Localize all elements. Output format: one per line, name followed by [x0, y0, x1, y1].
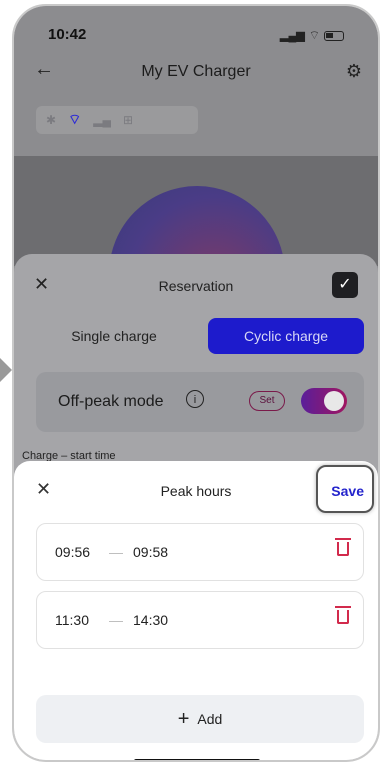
- tab-cyclic-charge[interactable]: Cyclic charge: [208, 318, 364, 354]
- charger-screen: 10:42 ▂▄▆ ⌔ ← My EV Charger ⚙ ✱ ⌔ ▂▄ ⊞ ✕…: [14, 6, 378, 760]
- top-app-bar: ← My EV Charger ⚙: [14, 58, 378, 88]
- peak-range-row[interactable]: 11:30 — 14:30: [36, 591, 364, 649]
- add-label: Add: [197, 711, 223, 727]
- phone-frame: 10:42 ▂▄▆ ⌔ ← My EV Charger ⚙ ✱ ⌔ ▂▄ ⊞ ✕…: [12, 4, 380, 762]
- charge-type-tabs: Single charge Cyclic charge: [36, 318, 364, 354]
- battery-icon: [324, 30, 344, 41]
- gear-icon[interactable]: ⚙: [346, 61, 362, 82]
- page-title: My EV Charger: [141, 63, 251, 80]
- status-time: 10:42: [48, 26, 87, 43]
- range-end-time[interactable]: 09:58: [133, 544, 168, 560]
- save-button[interactable]: Save: [331, 483, 364, 499]
- range-start-time[interactable]: 11:30: [55, 612, 89, 628]
- home-indicator: [134, 759, 260, 760]
- tab-single-charge[interactable]: Single charge: [36, 318, 192, 354]
- range-end-time[interactable]: 14:30: [133, 612, 168, 628]
- status-icons: ▂▄▆ ⌔: [280, 28, 344, 43]
- peak-range-row[interactable]: 09:56 — 09:58: [36, 523, 364, 581]
- ethernet-icon: ⊞: [122, 113, 134, 127]
- wifi-icon: ⌔: [68, 111, 82, 127]
- reservation-title: Reservation: [158, 278, 234, 294]
- range-separator: —: [109, 544, 123, 560]
- cellular-icon: ▂▄: [93, 113, 111, 127]
- status-bar: 10:42 ▂▄▆ ⌔: [14, 6, 378, 58]
- bluetooth-icon: ✱: [46, 113, 57, 127]
- offpeak-row: Off-peak mode i Set: [36, 372, 364, 432]
- check-icon[interactable]: ✓: [332, 272, 358, 298]
- set-button[interactable]: Set: [249, 391, 285, 411]
- pointer-arrow: [0, 358, 12, 382]
- info-icon[interactable]: i: [186, 390, 204, 408]
- trash-icon[interactable]: [335, 538, 351, 556]
- peak-hours-sheet: ✕ Peak hours Save 09:56 — 09:58 11:30 — …: [14, 461, 378, 760]
- signal-icon: ▂▄▆: [280, 30, 305, 42]
- offpeak-toggle[interactable]: [301, 388, 347, 414]
- add-peak-hours-button[interactable]: + Add: [36, 695, 364, 743]
- range-start-time[interactable]: 09:56: [55, 544, 90, 560]
- range-separator: —: [109, 612, 123, 628]
- connectivity-bar: ✱ ⌔ ▂▄ ⊞: [36, 106, 198, 134]
- offpeak-label: Off-peak mode: [58, 393, 164, 410]
- trash-icon[interactable]: [335, 606, 351, 624]
- wifi-icon: ⌔: [308, 28, 320, 42]
- plus-icon: +: [177, 707, 190, 730]
